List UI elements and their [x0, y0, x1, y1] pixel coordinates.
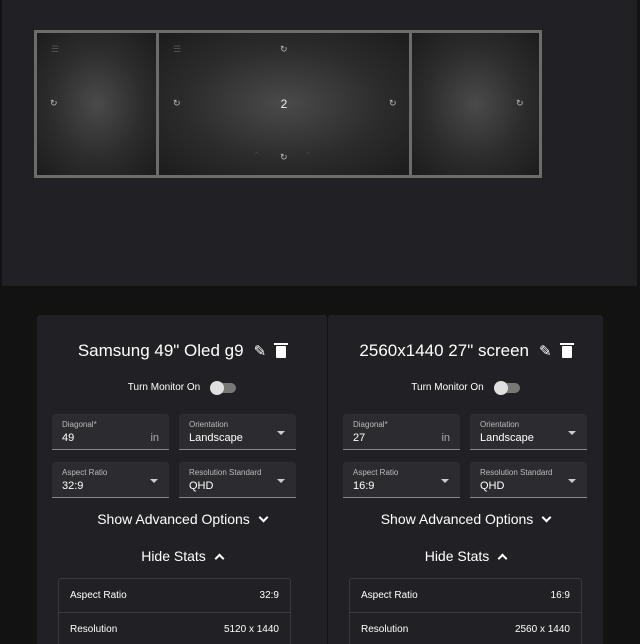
field-unit: in	[150, 432, 159, 444]
edit-icon[interactable]: ✎	[539, 342, 552, 360]
stat-label: Resolution	[70, 624, 118, 635]
toggle-label: Turn Monitor On	[411, 382, 484, 393]
dropdown-caret-icon	[441, 479, 449, 483]
field-label: Aspect Ratio	[62, 468, 108, 477]
field-value: 49	[62, 432, 75, 444]
rotate-icon[interactable]: ↻	[389, 99, 397, 108]
stat-value: 32:9	[259, 590, 279, 601]
stat-row: Resolution 5120 x 1440	[59, 613, 290, 644]
field-value: 27	[353, 432, 366, 444]
chevron-down-icon	[541, 512, 552, 522]
card-title: Samsung 49" Oled g9 ✎	[37, 341, 327, 361]
stat-row: Aspect Ratio 32:9	[59, 579, 290, 613]
monitor-card-1: Samsung 49" Oled g9 ✎ Turn Monitor On Di…	[37, 315, 327, 644]
chevron-up-icon	[214, 553, 225, 563]
stats-table: Aspect Ratio 16:9 Resolution 2560 x 1440	[349, 578, 582, 644]
power-toggle-row: Turn Monitor On	[37, 380, 327, 395]
rotate-icon[interactable]: ↻	[50, 99, 58, 108]
power-toggle-row: Turn Monitor On	[328, 380, 603, 395]
card-title: 2560x1440 27" screen ✎	[328, 341, 603, 361]
dropdown-caret-icon	[568, 479, 576, 483]
dropdown-caret-icon	[277, 431, 285, 435]
field-label: Aspect Ratio	[353, 468, 399, 477]
stat-value: 16:9	[550, 590, 570, 601]
monitor-screen-1[interactable]: ☰ ↻	[37, 33, 156, 175]
delete-icon[interactable]	[274, 343, 289, 358]
edit-icon[interactable]: ✎	[254, 342, 267, 360]
rotate-icon[interactable]: ↻	[173, 99, 181, 108]
dropdown-caret-icon	[277, 479, 285, 483]
field-value: QHD	[189, 480, 214, 492]
dropdown-caret-icon	[568, 431, 576, 435]
orientation-select[interactable]: Orientation Landscape	[470, 414, 587, 450]
stat-value: 2560 x 1440	[514, 624, 570, 635]
monitor-arrangement: ☰ ↻ ☰ ↻ ↻ ↻ ↻ ˆ ˇ 2 ↻	[34, 30, 542, 178]
field-unit: in	[441, 432, 450, 444]
resolution-standard-select[interactable]: Resolution Standard QHD	[179, 462, 296, 498]
chevron-up-icon	[497, 553, 508, 563]
stats-label: Hide Stats	[141, 548, 206, 564]
menu-icon[interactable]: ☰	[173, 45, 181, 54]
chevron-up-icon[interactable]: ˆ	[255, 151, 258, 161]
rotate-icon[interactable]: ↻	[280, 45, 288, 54]
field-label: Diagonal*	[353, 420, 388, 429]
monitor-screen-3[interactable]: ↻	[412, 33, 539, 175]
monitor-name: 2560x1440 27" screen	[359, 341, 529, 360]
rotate-icon[interactable]: ↻	[516, 99, 524, 108]
chevron-down-icon[interactable]: ˇ	[307, 151, 310, 161]
power-toggle[interactable]	[210, 380, 237, 395]
stats-label: Hide Stats	[424, 548, 490, 564]
advanced-label: Show Advanced Options	[97, 511, 250, 527]
chevron-down-icon	[258, 512, 269, 522]
resolution-standard-select[interactable]: Resolution Standard QHD	[470, 462, 587, 498]
stat-label: Aspect Ratio	[70, 590, 127, 601]
rotate-icon[interactable]: ↻	[280, 153, 288, 162]
power-toggle[interactable]	[493, 380, 520, 395]
field-value: Landscape	[189, 432, 243, 444]
screen-number: 2	[280, 97, 288, 111]
dropdown-caret-icon	[150, 479, 158, 483]
monitor-name: Samsung 49" Oled g9	[77, 341, 244, 360]
stat-row: Resolution 2560 x 1440	[350, 613, 581, 644]
show-advanced-options-button[interactable]: Show Advanced Options	[328, 511, 603, 527]
advanced-label: Show Advanced Options	[380, 511, 534, 527]
monitor-screen-2[interactable]: ☰ ↻ ↻ ↻ ↻ ˆ ˇ 2	[159, 33, 409, 175]
delete-icon[interactable]	[559, 343, 574, 358]
stat-value: 5120 x 1440	[223, 624, 279, 635]
monitor-arrangement-canvas[interactable]: ☰ ↻ ☰ ↻ ↻ ↻ ↻ ˆ ˇ 2 ↻	[2, 0, 637, 286]
aspect-ratio-select[interactable]: Aspect Ratio 32:9	[52, 462, 169, 498]
diagonal-field[interactable]: Diagonal* 27 in	[343, 414, 460, 450]
stat-row: Aspect Ratio 16:9	[350, 579, 581, 613]
field-label: Orientation	[480, 420, 520, 429]
menu-icon[interactable]: ☰	[51, 45, 59, 54]
stat-label: Resolution	[361, 624, 409, 635]
orientation-select[interactable]: Orientation Landscape	[179, 414, 296, 450]
toggle-label: Turn Monitor On	[127, 382, 201, 393]
field-label: Resolution Standard	[189, 468, 262, 477]
diagonal-field[interactable]: Diagonal* 49 in	[52, 414, 169, 450]
field-label: Resolution Standard	[480, 468, 553, 477]
field-label: Orientation	[189, 420, 229, 429]
aspect-ratio-select[interactable]: Aspect Ratio 16:9	[343, 462, 460, 498]
stat-label: Aspect Ratio	[361, 590, 418, 601]
field-value: QHD	[480, 480, 505, 492]
hide-stats-button[interactable]: Hide Stats	[37, 548, 327, 564]
show-advanced-options-button[interactable]: Show Advanced Options	[37, 511, 327, 527]
field-value: 16:9	[353, 480, 375, 492]
field-value: Landscape	[480, 432, 534, 444]
field-label: Diagonal*	[62, 420, 97, 429]
field-value: 32:9	[62, 480, 84, 492]
hide-stats-button[interactable]: Hide Stats	[328, 548, 603, 564]
stats-table: Aspect Ratio 32:9 Resolution 5120 x 1440	[58, 578, 291, 644]
monitor-card-2: 2560x1440 27" screen ✎ Turn Monitor On D…	[328, 315, 603, 644]
